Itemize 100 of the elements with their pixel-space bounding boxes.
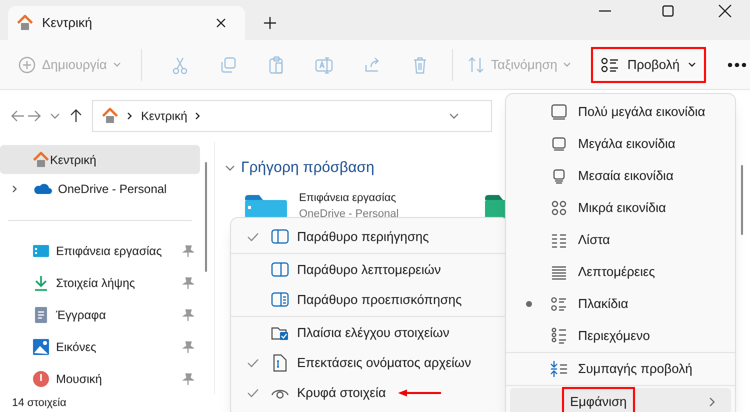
menu-item-label: Περιεχόμενο (578, 327, 650, 346)
chevron-icon (195, 112, 202, 120)
maximize-icon[interactable] (662, 5, 674, 17)
plus-icon[interactable] (263, 16, 277, 30)
share-icon (362, 56, 381, 74)
chevron-icon (709, 397, 715, 407)
scrollbar-thumb[interactable] (741, 165, 743, 235)
menu-item[interactable]: Παράθυρο προεπισκόπησης (235, 285, 504, 315)
menu-item[interactable]: Εμφάνιση (510, 388, 731, 412)
view-button[interactable]: Προβολή (591, 46, 706, 82)
pin-icon[interactable] (182, 277, 194, 289)
back-icon (10, 108, 26, 124)
address-bar[interactable]: Κεντρική (92, 100, 492, 132)
menu-item-label: Λεπτομέρειες (578, 263, 656, 282)
monitor-icon (550, 135, 568, 153)
menu-item[interactable]: Λίστα (510, 224, 731, 256)
sidebar-item[interactable]: Μουσική (0, 363, 200, 395)
chevron-icon[interactable] (12, 184, 18, 193)
menu-item[interactable]: Μικρά εικονίδια (510, 192, 731, 224)
menu-item-label: Παράθυρο περιήγησης (297, 228, 429, 246)
pin-icon[interactable] (182, 373, 194, 385)
menu-item-label: Συμπαγής προβολή (578, 360, 692, 378)
dropdown-caret-icon[interactable] (449, 113, 459, 119)
home-icon (16, 14, 34, 32)
copy-icon (218, 56, 237, 74)
content-icon (550, 327, 568, 345)
compact-icon (550, 360, 568, 378)
menu-item-label: Επεκτάσεις ονόματος αρχείων (297, 354, 472, 372)
menu-item-label: Πολύ μεγάλα εικονίδια (578, 103, 706, 122)
download-icon (32, 274, 50, 292)
menu-item[interactable]: Συμπαγής προβολή (510, 353, 731, 385)
menu-item[interactable]: Παράθυρο περιήγησης (235, 222, 504, 252)
check-icon (247, 358, 259, 368)
menu-item[interactable]: Επεκτάσεις ονόματος αρχείων (235, 348, 504, 378)
caret-icon (563, 62, 572, 68)
breadcrumb[interactable]: Κεντρική (141, 107, 188, 125)
menu-item[interactable]: Κρυφά στοιχεία (235, 378, 504, 408)
menu-item-label: Πλαίσια ελέγχου στοιχείων (297, 324, 450, 342)
tiles-icon (601, 56, 620, 72)
monitor-icon (550, 103, 568, 121)
tab-title: Κεντρική (42, 14, 94, 32)
close-icon[interactable] (215, 17, 227, 29)
sort-icon (466, 56, 485, 74)
menu-item[interactable]: Λεπτομέρειες (510, 256, 731, 288)
menu-item-label: Μεγάλα εικονίδια (578, 135, 676, 154)
forward-icon (26, 108, 42, 124)
small-grid-icon (550, 199, 568, 217)
details-pane-icon (271, 261, 289, 279)
arrow-annotation-icon (398, 389, 442, 397)
menu-item-label: Κρυφά στοιχεία (297, 384, 386, 402)
home-icon (32, 150, 50, 169)
sidebar-item[interactable]: Επιφάνεια εργασίας (0, 235, 200, 267)
file-extension-icon (271, 354, 289, 372)
menu-item[interactable]: Μεσαία εικονίδια (510, 160, 731, 192)
menu-item-label: Εμφάνιση (562, 387, 635, 412)
pin-icon[interactable] (182, 309, 194, 321)
chevron-icon (127, 112, 133, 120)
menu-item[interactable]: Παράθυρο λεπτομερειών (235, 255, 504, 285)
section-title: Γρήγορη πρόσβαση (241, 158, 374, 178)
menu-item-label: Μικρά εικονίδια (578, 199, 666, 218)
menu-item-label: Πλακίδια (578, 295, 628, 314)
sidebar-item[interactable]: OneDrive - Personal (0, 174, 200, 204)
home-icon (101, 107, 119, 125)
cloud-icon (32, 182, 52, 195)
scrollbar-thumb[interactable] (205, 162, 207, 272)
caret-icon (688, 62, 696, 68)
close-icon[interactable] (718, 4, 732, 18)
menu-item[interactable]: Πλαίσια ελέγχου στοιχείων (235, 318, 504, 348)
menu-item[interactable]: Πλακίδια (510, 288, 731, 320)
image-icon (32, 338, 50, 356)
folder-name: Επιφάνεια εργασίας (299, 190, 398, 206)
item-count: 14 στοιχεία (12, 396, 66, 411)
sidebar-item[interactable]: Κεντρική (0, 145, 200, 174)
check-icon (247, 232, 259, 242)
pin-icon[interactable] (182, 245, 194, 257)
menu-item-label: Παράθυρο λεπτομερειών (297, 261, 441, 280)
desktop-icon (32, 242, 50, 260)
up-icon (68, 108, 84, 124)
caret-icon (112, 62, 121, 68)
rename-icon (314, 56, 333, 74)
window-tab[interactable]: Κεντρική (8, 6, 245, 40)
paste-icon (266, 56, 285, 74)
sidebar-item[interactable]: Έγγραφα (0, 299, 200, 331)
collapse-caret-icon[interactable] (225, 165, 235, 172)
tiles-icon (550, 295, 568, 313)
plus-circle-icon (18, 56, 36, 74)
navigation-pane-icon (271, 228, 289, 246)
menu-item-label: Παράθυρο προεπισκόπησης (297, 291, 462, 310)
sidebar-item[interactable]: Στοιχεία λήψης (0, 267, 200, 299)
menu-item[interactable]: Μεγάλα εικονίδια (510, 128, 731, 160)
menu-item[interactable]: Πολύ μεγάλα εικονίδια (510, 96, 731, 128)
menu-item[interactable]: Περιεχόμενο (510, 320, 731, 352)
menu-item-label: Μεσαία εικονίδια (578, 167, 674, 186)
preview-pane-icon (271, 291, 289, 309)
menu-item-label: Λίστα (578, 231, 610, 250)
check-icon (247, 388, 259, 398)
pin-icon[interactable] (182, 341, 194, 353)
folder-location: OneDrive - Personal (299, 207, 399, 222)
sidebar-item[interactable]: Εικόνες (0, 331, 200, 363)
cut-icon (170, 56, 189, 74)
